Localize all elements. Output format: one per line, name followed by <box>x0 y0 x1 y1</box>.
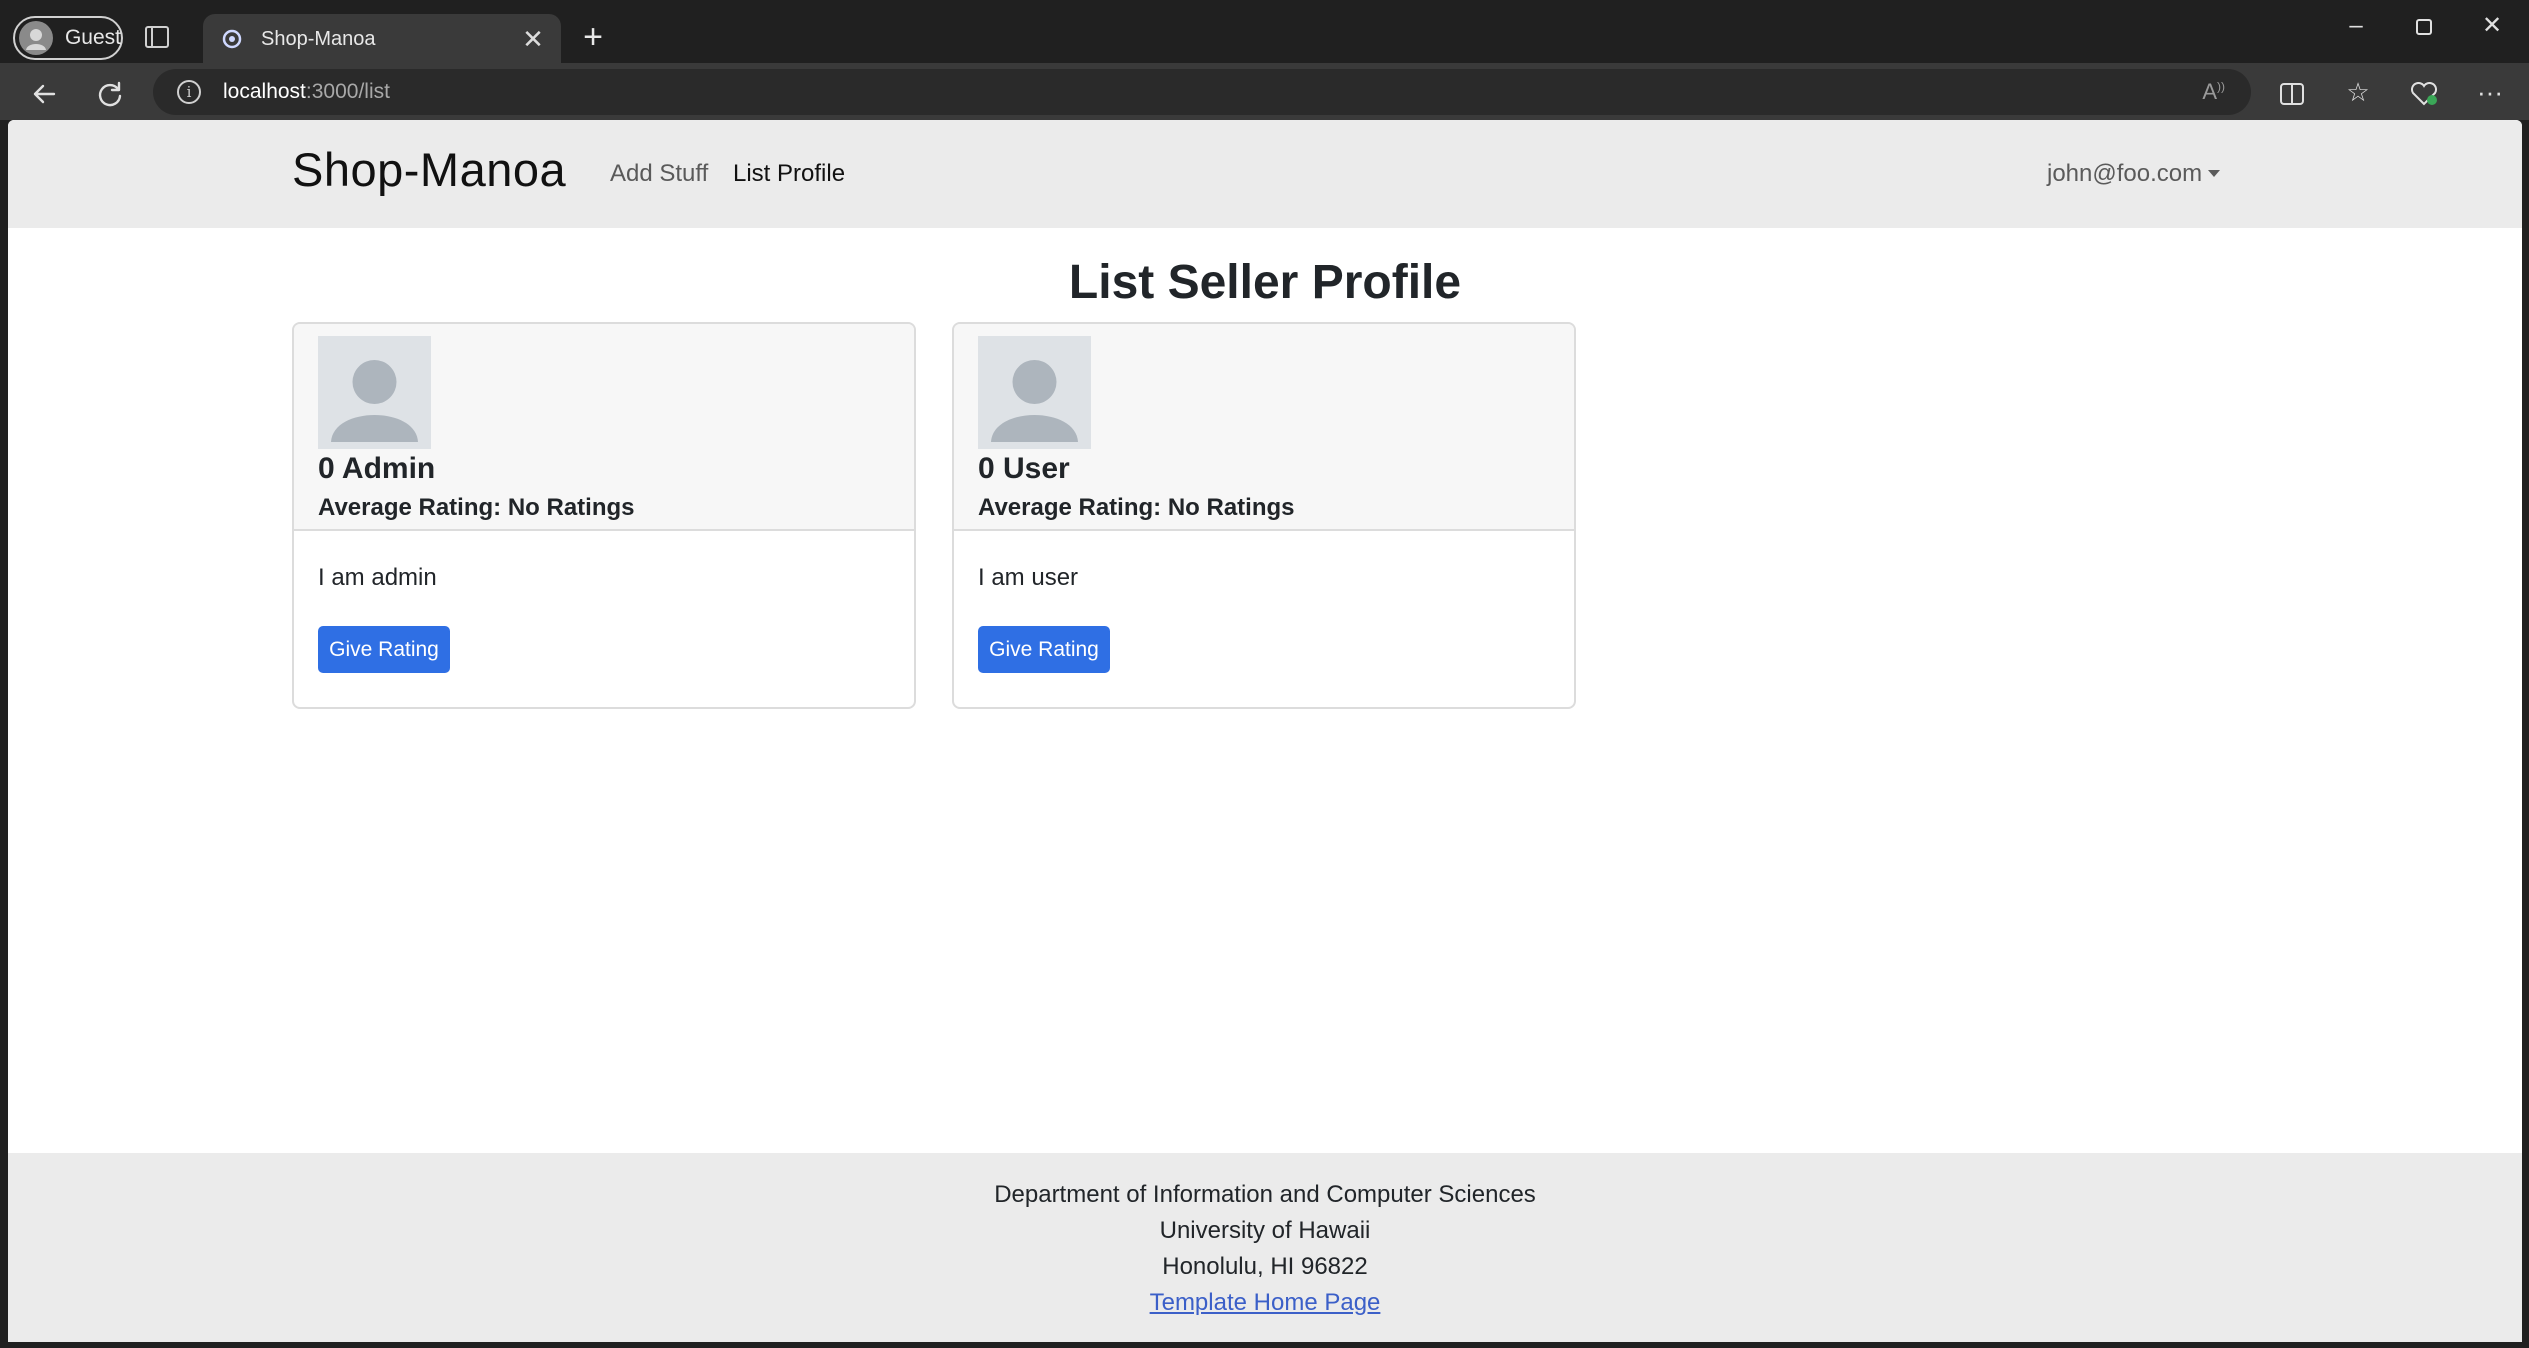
profile-card: 0 Admin Average Rating: No Ratings I am … <box>292 322 916 709</box>
site-info-icon[interactable]: i <box>177 80 201 104</box>
new-tab-icon[interactable]: + <box>578 20 608 54</box>
footer-department: Department of Information and Computer S… <box>994 1181 1536 1208</box>
tab-actions-icon[interactable] <box>145 26 169 48</box>
profile-button[interactable]: Guest <box>13 16 123 60</box>
guest-avatar-icon <box>19 21 53 55</box>
favorites-icon[interactable]: ☆ <box>2340 75 2376 109</box>
profile-description: I am user <box>978 564 1079 591</box>
user-email: john@foo.com <box>2047 160 2203 187</box>
read-aloud-icon[interactable]: A)) <box>2202 79 2225 105</box>
close-icon[interactable]: ✕ <box>519 25 547 53</box>
browser-toolbar: i localhost:3000/list A)) ☆ ··· <box>0 63 2529 120</box>
page-title: List Seller Profile <box>1068 256 1462 309</box>
minimize-icon[interactable]: – <box>2326 8 2386 44</box>
profile-description: I am admin <box>318 564 437 591</box>
footer-address: Honolulu, HI 96822 <box>1162 1253 1368 1280</box>
profile-rating: Average Rating: No Ratings <box>318 494 635 521</box>
give-rating-button[interactable]: Give Rating <box>978 626 1110 673</box>
tab-title: Shop-Manoa <box>261 27 376 50</box>
page-viewport: Shop-Manoa Add Stuff List Profile john@f… <box>8 120 2522 1342</box>
user-placeholder-icon <box>318 336 431 449</box>
browser-essentials-icon[interactable] <box>2406 75 2442 109</box>
profile-name: 0 Admin <box>318 452 436 485</box>
browser-titlebar: Guest Shop-Manoa ✕ + – ✕ <box>0 0 2529 64</box>
address-bar[interactable]: i localhost:3000/list A)) <box>153 69 2251 115</box>
profile-card: 0 User Average Rating: No Ratings I am u… <box>952 322 1576 709</box>
profile-label: Guest <box>64 26 121 49</box>
footer-university: University of Hawaii <box>1159 1217 1371 1244</box>
window-close-icon[interactable]: ✕ <box>2462 8 2522 44</box>
user-dropdown[interactable]: john@foo.com <box>2047 160 2221 188</box>
browser-tab-active[interactable]: Shop-Manoa ✕ <box>203 14 561 64</box>
url-path: :3000/list <box>305 80 390 103</box>
profile-rating: Average Rating: No Ratings <box>978 494 1295 521</box>
nav-list-profile[interactable]: List Profile <box>733 160 845 188</box>
give-rating-button[interactable]: Give Rating <box>318 626 450 673</box>
tab-favicon <box>221 28 243 50</box>
refresh-icon[interactable] <box>92 75 128 111</box>
site-navbar: Shop-Manoa Add Stuff List Profile john@f… <box>8 120 2522 228</box>
user-placeholder-icon <box>978 336 1091 449</box>
split-screen-icon[interactable] <box>2274 75 2310 109</box>
template-home-link[interactable]: Template Home Page <box>1150 1289 1381 1316</box>
card-header: 0 User Average Rating: No Ratings <box>954 324 1574 531</box>
site-footer: Department of Information and Computer S… <box>8 1153 2522 1342</box>
more-menu-icon[interactable]: ··· <box>2472 75 2508 109</box>
url-host: localhost <box>223 80 306 103</box>
back-icon[interactable] <box>26 75 62 111</box>
profile-name: 0 User <box>978 452 1070 485</box>
nav-add-stuff[interactable]: Add Stuff <box>610 160 708 188</box>
chevron-down-icon <box>2208 170 2221 177</box>
card-header: 0 Admin Average Rating: No Ratings <box>294 324 914 531</box>
brand-logo[interactable]: Shop-Manoa <box>292 142 566 197</box>
maximize-icon[interactable] <box>2394 8 2454 44</box>
